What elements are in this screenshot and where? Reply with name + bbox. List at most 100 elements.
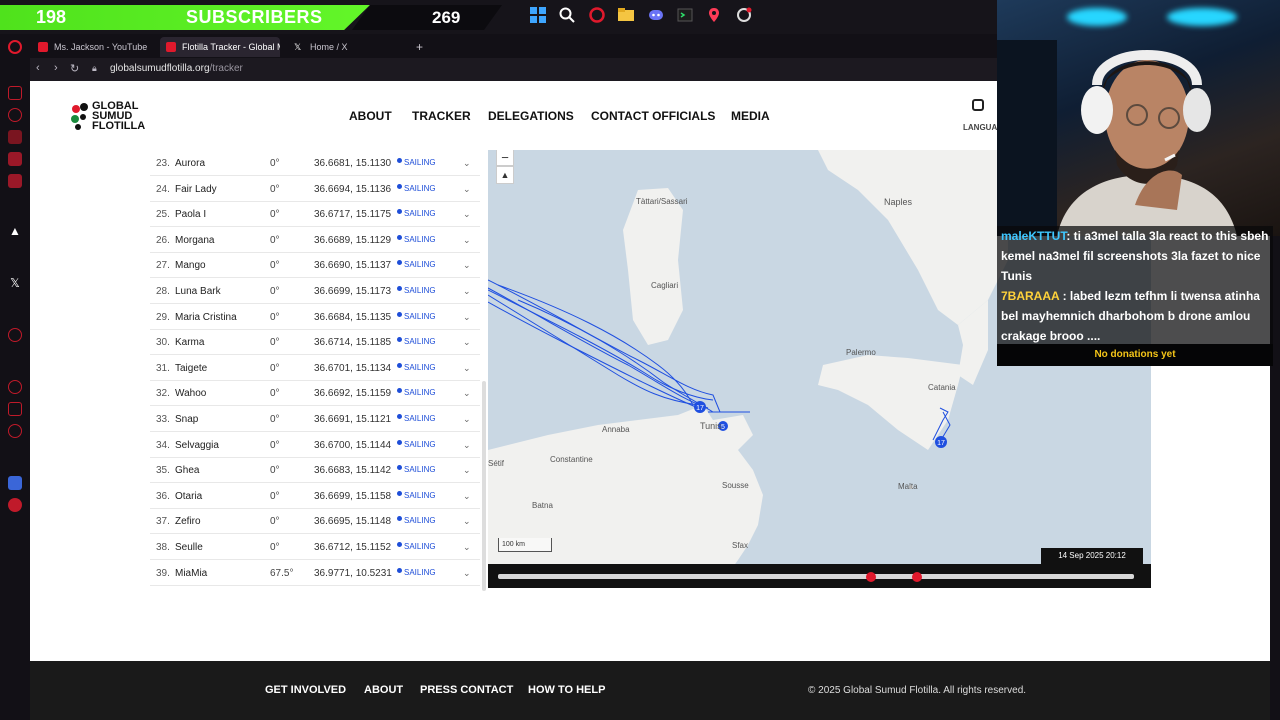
- vessel-row[interactable]: 34. Selvaggia 0° 36.6700, 15.1144 SAILING ⌄: [150, 433, 480, 458]
- chevron-down-icon[interactable]: ⌄: [463, 465, 471, 476]
- gx-corner-icon[interactable]: [8, 130, 22, 144]
- vessel-row[interactable]: 39. MiaMia 67.5° 36.9771, 10.5231 SAILING ⌄: [150, 561, 480, 586]
- logo-text: GLOBAL SUMUD FLOTILLA: [92, 100, 146, 132]
- footer-get-involved[interactable]: GET INVOLVED: [265, 684, 346, 696]
- chevron-down-icon[interactable]: ⌄: [463, 363, 471, 374]
- nav-tracker[interactable]: TRACKER: [412, 109, 471, 123]
- x-icon: 𝕏: [294, 42, 302, 52]
- chevron-down-icon[interactable]: ⌄: [463, 491, 471, 502]
- nav-media[interactable]: MEDIA: [731, 109, 770, 123]
- vessel-row[interactable]: 23. Aurora 0° 36.6681, 15.1130 SAILING ⌄: [150, 151, 480, 176]
- vessel-row[interactable]: 24. Fair Lady 0° 36.6694, 15.1136 SAILING ⌄: [150, 177, 480, 202]
- terminal-icon[interactable]: [675, 7, 695, 27]
- notification-icon[interactable]: [8, 498, 22, 512]
- nav-about[interactable]: ABOUT: [349, 109, 392, 123]
- chevron-down-icon[interactable]: ⌄: [463, 388, 471, 399]
- place-sfax: Sfax: [732, 541, 749, 550]
- land-sardinia: [623, 188, 683, 345]
- messenger-icon[interactable]: [8, 174, 22, 188]
- vessel-row[interactable]: 31. Taigete 0° 36.6701, 15.1134 SAILING ⌄: [150, 356, 480, 381]
- timeline-track[interactable]: [498, 574, 1134, 579]
- new-tab-button[interactable]: +: [410, 37, 432, 57]
- forward-icon[interactable]: ›: [54, 62, 58, 74]
- player-icon[interactable]: [8, 328, 22, 342]
- search-icon[interactable]: [557, 7, 577, 27]
- zoom-out-button[interactable]: −: [496, 150, 514, 166]
- chevron-down-icon[interactable]: ⌄: [463, 235, 471, 246]
- vessel-row[interactable]: 28. Luna Bark 0° 36.6699, 15.1173 SAILING ⌄: [150, 279, 480, 304]
- site-logo[interactable]: GLOBAL SUMUD FLOTILLA: [70, 101, 180, 133]
- refresh-app-icon[interactable]: [734, 7, 754, 27]
- chevron-down-icon[interactable]: ⌄: [463, 184, 471, 195]
- twitch-icon[interactable]: [8, 152, 22, 166]
- place-batna: Batna: [532, 501, 553, 510]
- vessel-row[interactable]: 29. Maria Cristina 0° 36.6684, 15.1135 SAILI…: [150, 305, 480, 330]
- chevron-down-icon[interactable]: ⌄: [463, 542, 471, 553]
- vessel-row[interactable]: 27. Mango 0° 36.6690, 15.1137 SAILING ⌄: [150, 253, 480, 279]
- nav-delegations[interactable]: DELEGATIONS: [488, 109, 574, 123]
- vessel-coordinates: 36.6695, 15.1148: [314, 516, 392, 528]
- chevron-down-icon[interactable]: ⌄: [463, 158, 471, 169]
- url-field[interactable]: globalsumudflotilla.org/tracker: [110, 63, 243, 74]
- footer-how-to-help[interactable]: HOW TO HELP: [528, 684, 605, 696]
- place-constantine: Constantine: [550, 455, 593, 464]
- chevron-down-icon[interactable]: ⌄: [463, 337, 471, 348]
- footer-press-contact[interactable]: PRESS CONTACT: [420, 684, 513, 696]
- footer-about[interactable]: ABOUT: [364, 684, 403, 696]
- chevron-down-icon[interactable]: ⌄: [463, 440, 471, 451]
- vessel-heading: 0°: [270, 439, 280, 451]
- folder-icon[interactable]: [616, 7, 636, 27]
- gx-control-icon[interactable]: [8, 86, 22, 100]
- place-palermo: Palermo: [846, 348, 876, 357]
- reload-icon[interactable]: ↻: [70, 62, 79, 75]
- tab-youtube[interactable]: Ms. Jackson - YouTube: [32, 37, 152, 57]
- aria-icon[interactable]: ▲: [8, 224, 22, 238]
- vessel-row[interactable]: 30. Karma 0° 36.6714, 15.1185 SAILING ⌄: [150, 330, 480, 356]
- history-icon[interactable]: [8, 380, 22, 394]
- back-icon[interactable]: ‹: [36, 62, 40, 74]
- gx-cleaner-icon[interactable]: [8, 108, 22, 122]
- place-tunis: Tunis: [700, 421, 722, 431]
- vessel-row[interactable]: 38. Seulle 0° 36.6712, 15.1152 SAILING ⌄: [150, 535, 480, 560]
- vessel-row[interactable]: 35. Ghea 0° 36.6683, 15.1142 SAILING ⌄: [150, 458, 480, 484]
- discord-icon[interactable]: [646, 7, 666, 27]
- timeline-playhead[interactable]: [912, 572, 922, 582]
- vessel-index: 26.: [156, 234, 170, 246]
- chevron-down-icon[interactable]: ⌄: [463, 516, 471, 527]
- reset-north-button[interactable]: ▲: [496, 166, 514, 184]
- vessel-status: SAILING: [404, 439, 436, 449]
- vessel-coordinates: 36.6712, 15.1152: [314, 542, 392, 553]
- map-pin-icon[interactable]: [704, 7, 724, 27]
- tab-flotilla-tracker[interactable]: Flotilla Tracker - Global M: [160, 37, 280, 57]
- vessel-row[interactable]: 33. Snap 0° 36.6691, 15.1121 SAILING ⌄: [150, 407, 480, 432]
- vessel-row[interactable]: 37. Zefiro 0° 36.6695, 15.1148 SAILING ⌄: [150, 509, 480, 535]
- vessel-coordinates: 36.6717, 15.1175: [314, 209, 392, 221]
- opera-gx-taskbar-icon[interactable]: [587, 7, 607, 27]
- vessel-row[interactable]: 26. Morgana 0° 36.6689, 15.1129 SAILING ⌄: [150, 228, 480, 253]
- chevron-down-icon[interactable]: ⌄: [463, 209, 471, 220]
- timeline-start-handle[interactable]: [866, 572, 876, 582]
- tab-x-home[interactable]: 𝕏 Home / X: [288, 37, 408, 57]
- chevron-down-icon[interactable]: ⌄: [463, 414, 471, 425]
- chevron-down-icon[interactable]: ⌄: [463, 312, 471, 323]
- vessel-row[interactable]: 36. Otaria 0° 36.6699, 15.1158 SAILING ⌄: [150, 484, 480, 509]
- vessel-status: SAILING: [404, 388, 436, 398]
- nav-contact-officials[interactable]: CONTACT OFFICIALS: [591, 109, 715, 123]
- chevron-down-icon[interactable]: ⌄: [463, 568, 471, 579]
- instagram-icon[interactable]: [972, 99, 984, 111]
- vessel-row[interactable]: 32. Wahoo 0° 36.6692, 15.1159 SAILING ⌄: [150, 381, 480, 407]
- list-scrollbar[interactable]: [482, 381, 486, 591]
- language-selector[interactable]: LANGUA: [963, 123, 997, 132]
- chevron-down-icon[interactable]: ⌄: [463, 260, 471, 271]
- viewer-count: 269: [432, 8, 461, 27]
- settings-icon[interactable]: [8, 424, 22, 438]
- windows-start-icon[interactable]: [528, 7, 548, 27]
- vessel-list: 23. Aurora 0° 36.6681, 15.1130 SAILING ⌄ 24. Fa…: [150, 151, 480, 591]
- opera-logo-icon[interactable]: [8, 40, 22, 54]
- vessel-row[interactable]: 25. Paola I 0° 36.6717, 15.1175 SAILING ⌄: [150, 202, 480, 228]
- vpn-icon[interactable]: [8, 476, 22, 490]
- vessel-heading: 0°: [270, 516, 280, 528]
- x-sidebar-icon[interactable]: 𝕏: [8, 276, 22, 290]
- chevron-down-icon[interactable]: ⌄: [463, 286, 471, 297]
- extensions-icon[interactable]: [8, 402, 22, 416]
